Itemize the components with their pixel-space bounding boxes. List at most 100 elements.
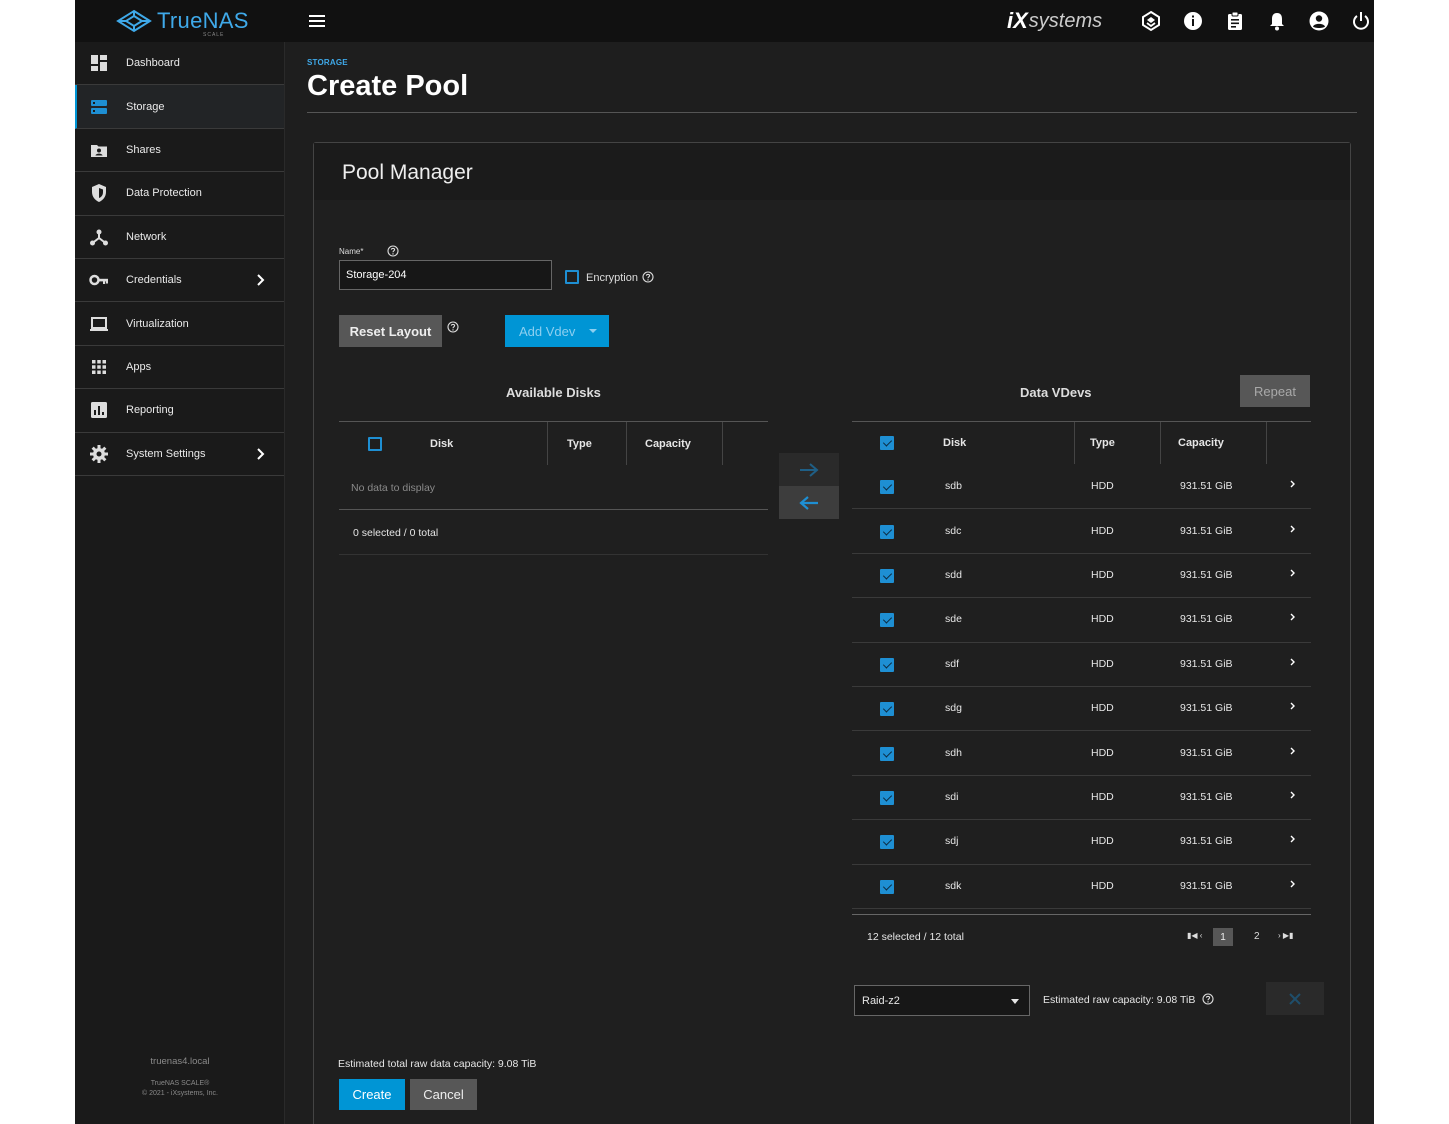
column-header-capacity[interactable]: Capacity	[645, 438, 691, 450]
name-label: Name*	[339, 247, 364, 256]
encryption-checkbox[interactable]	[565, 270, 579, 284]
add-vdev-button[interactable]: Add Vdev	[505, 315, 609, 347]
card-title: Pool Manager	[342, 161, 473, 184]
cancel-button[interactable]: Cancel	[410, 1079, 477, 1110]
copyright-text: © 2021 - iXsystems, Inc.	[142, 1090, 218, 1097]
vdev-table-row[interactable]: sdh HDD 931.51 GiB	[852, 731, 1311, 776]
sidebar-item-reporting[interactable]: Reporting	[75, 389, 284, 433]
column-divider	[547, 422, 548, 465]
vdev-table-row[interactable]: sdj HDD 931.51 GiB	[852, 820, 1311, 865]
row-checkbox[interactable]	[880, 790, 894, 805]
capacity-cell: 931.51 GiB	[1180, 746, 1233, 759]
row-checkbox[interactable]	[880, 879, 894, 894]
help-icon[interactable]	[1202, 993, 1214, 1005]
vdev-layout-select[interactable]: Raid-z2	[854, 985, 1030, 1016]
vdev-table-row[interactable]: sdc HDD 931.51 GiB	[852, 509, 1311, 554]
row-checkbox[interactable]	[880, 746, 894, 761]
disk-cell: sdk	[945, 879, 962, 892]
type-cell: HDD	[1091, 879, 1114, 892]
expand-row-chevron-icon[interactable]	[1289, 834, 1297, 844]
expand-row-chevron-icon[interactable]	[1289, 879, 1297, 889]
sidebar-item-apps[interactable]: Apps	[75, 346, 284, 390]
arrow-left-icon	[799, 495, 818, 510]
select-all-vdev-checkbox[interactable]	[880, 436, 894, 450]
truenas-logo[interactable]: TrueNAS SCALE	[115, 6, 249, 38]
row-checkbox[interactable]	[880, 568, 894, 583]
bell-notification-icon[interactable]	[1266, 10, 1288, 32]
sidebar-item-shares[interactable]: Shares	[75, 129, 284, 173]
vdev-table-row[interactable]: sde HDD 931.51 GiB	[852, 598, 1311, 643]
divider	[852, 914, 1311, 915]
page-1-button[interactable]: 1	[1213, 928, 1233, 946]
breadcrumb[interactable]: STORAGE	[307, 58, 348, 67]
row-checkbox[interactable]	[880, 835, 894, 850]
help-icon[interactable]	[387, 245, 399, 257]
column-header-type[interactable]: Type	[567, 438, 592, 450]
truenas-app: TrueNAS SCALE iX systems Dashboard Stora…	[75, 0, 1374, 1124]
vdev-table-row[interactable]: sdf HDD 931.51 GiB	[852, 643, 1311, 687]
first-page-button[interactable]: ▮◀ ‹	[1187, 931, 1202, 940]
expand-row-chevron-icon[interactable]	[1289, 524, 1297, 534]
row-checkbox[interactable]	[880, 657, 894, 672]
vdev-table-row[interactable]: sdi HDD 931.51 GiB	[852, 776, 1311, 821]
sidebar-item-label: System Settings	[126, 447, 206, 460]
reset-layout-button[interactable]: Reset Layout	[339, 315, 442, 347]
move-to-vdev-button[interactable]	[779, 453, 839, 486]
expand-row-chevron-icon[interactable]	[1289, 612, 1297, 622]
top-bar: TrueNAS SCALE iX systems	[75, 0, 1374, 42]
expand-row-chevron-icon[interactable]	[1289, 479, 1297, 489]
vdev-table-row[interactable]: sdk HDD 931.51 GiB	[852, 865, 1311, 909]
column-header-capacity[interactable]: Capacity	[1178, 437, 1224, 449]
row-checkbox[interactable]	[880, 480, 894, 495]
help-icon[interactable]	[642, 271, 654, 283]
page-2-button[interactable]: 2	[1254, 931, 1260, 942]
vdev-table-row[interactable]: sdg HDD 931.51 GiB	[852, 687, 1311, 732]
column-divider	[722, 422, 723, 465]
power-icon[interactable]	[1350, 10, 1372, 32]
remove-vdev-button[interactable]	[1266, 982, 1324, 1015]
sidebar-item-data-protection[interactable]: Data Protection	[75, 172, 284, 216]
info-icon[interactable]	[1182, 10, 1204, 32]
page-title: Create Pool	[307, 70, 469, 102]
row-checkbox[interactable]	[880, 613, 894, 628]
chevron-right-icon	[257, 447, 265, 460]
sidebar-item-network[interactable]: Network	[75, 216, 284, 259]
sidebar-item-dashboard[interactable]: Dashboard	[75, 42, 284, 86]
vdev-table-row[interactable]: sdd HDD 931.51 GiB	[852, 554, 1311, 599]
account-circle-icon[interactable]	[1308, 10, 1330, 32]
gear-icon	[90, 444, 108, 463]
move-to-available-button[interactable]	[779, 486, 839, 519]
sidebar-item-system-settings[interactable]: System Settings	[75, 433, 284, 476]
help-icon[interactable]	[447, 321, 459, 333]
sidebar-item-credentials[interactable]: Credentials	[75, 259, 284, 303]
expand-row-chevron-icon[interactable]	[1289, 790, 1297, 800]
expand-row-chevron-icon[interactable]	[1289, 568, 1297, 578]
row-checkbox[interactable]	[880, 702, 894, 717]
divider	[852, 421, 1311, 422]
sidebar-item-storage[interactable]: Storage	[75, 85, 284, 129]
hamburger-menu-icon[interactable]	[308, 12, 326, 30]
last-page-button[interactable]: › ▶▮	[1278, 931, 1293, 940]
type-cell: HDD	[1091, 480, 1114, 493]
pool-name-input[interactable]	[339, 260, 552, 290]
column-header-disk[interactable]: Disk	[943, 437, 966, 449]
type-cell: HDD	[1091, 613, 1114, 626]
create-button[interactable]: Create	[339, 1079, 405, 1110]
clipboard-tasks-icon[interactable]	[1224, 10, 1246, 32]
estimated-raw-capacity: Estimated raw capacity: 9.08 TiB	[1043, 994, 1196, 1006]
capacity-cell: 931.51 GiB	[1180, 879, 1233, 892]
expand-row-chevron-icon[interactable]	[1289, 701, 1297, 711]
truecommand-icon[interactable]	[1140, 10, 1162, 32]
column-header-disk[interactable]: Disk	[430, 438, 453, 450]
repeat-button[interactable]: Repeat	[1240, 375, 1310, 407]
sidebar-item-virtualization[interactable]: Virtualization	[75, 302, 284, 346]
sidebar-item-label: Storage	[126, 100, 165, 113]
dashboard-icon	[91, 55, 107, 72]
column-header-type[interactable]: Type	[1090, 437, 1115, 449]
expand-row-chevron-icon[interactable]	[1289, 657, 1297, 667]
vdev-table-row[interactable]: sdb HDD 931.51 GiB	[852, 465, 1311, 510]
vdev-selection-count: 12 selected / 12 total	[867, 931, 964, 943]
row-checkbox[interactable]	[880, 524, 894, 539]
select-all-available-checkbox[interactable]	[368, 437, 382, 451]
expand-row-chevron-icon[interactable]	[1289, 746, 1297, 756]
